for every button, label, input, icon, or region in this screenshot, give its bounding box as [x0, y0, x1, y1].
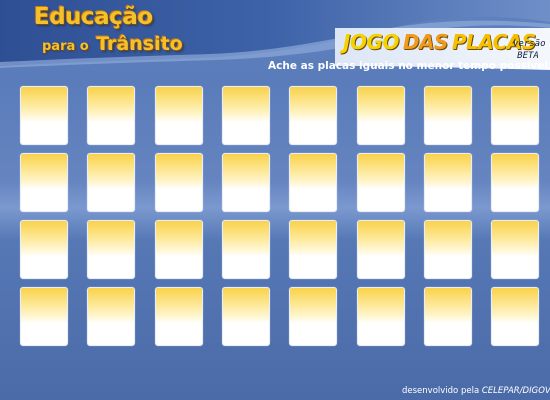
memory-card[interactable] — [20, 153, 68, 212]
logo-title: Educação — [34, 4, 153, 30]
memory-card[interactable] — [491, 86, 539, 145]
footer-credits: desenvolvido pela CELEPAR/DIGOV — [402, 386, 550, 396]
game-title-word-1: JOGO — [343, 30, 399, 54]
memory-card[interactable] — [20, 220, 68, 279]
memory-card[interactable] — [222, 86, 270, 145]
memory-card[interactable] — [491, 220, 539, 279]
logo-subtitle: para o Trânsito — [42, 33, 183, 55]
logo-subtitle-small: para o — [42, 39, 89, 54]
memory-card[interactable] — [222, 287, 270, 346]
memory-card[interactable] — [357, 86, 405, 145]
memory-card[interactable] — [20, 86, 68, 145]
memory-card[interactable] — [20, 287, 68, 346]
memory-card[interactable] — [424, 86, 472, 145]
game-stage: Educação para o Trânsito JOGO DAS PLACAS v… — [0, 0, 550, 400]
logo-subtitle-big: Trânsito — [96, 33, 183, 55]
instructions-text: Ache as placas iguais no menor tempo pos… — [268, 60, 550, 72]
memory-card[interactable] — [155, 153, 203, 212]
footer-prefix: desenvolvido pela — [402, 386, 480, 396]
memory-card[interactable] — [222, 153, 270, 212]
version-label: versão BETA — [513, 38, 546, 62]
memory-card[interactable] — [491, 153, 539, 212]
memory-card[interactable] — [424, 153, 472, 212]
memory-card[interactable] — [289, 153, 337, 212]
memory-card[interactable] — [357, 153, 405, 212]
memory-card[interactable] — [491, 287, 539, 346]
memory-card[interactable] — [155, 220, 203, 279]
memory-card[interactable] — [424, 287, 472, 346]
game-title: JOGO DAS PLACAS — [343, 30, 536, 54]
memory-card[interactable] — [424, 220, 472, 279]
memory-card[interactable] — [155, 86, 203, 145]
memory-card[interactable] — [87, 287, 135, 346]
memory-card[interactable] — [357, 287, 405, 346]
memory-card[interactable] — [87, 86, 135, 145]
memory-card[interactable] — [289, 86, 337, 145]
version-line-1: versão — [513, 39, 546, 49]
footer-org: CELEPAR/DIGOV — [481, 386, 550, 396]
memory-card[interactable] — [289, 220, 337, 279]
memory-card[interactable] — [289, 287, 337, 346]
memory-card[interactable] — [87, 153, 135, 212]
memory-card[interactable] — [155, 287, 203, 346]
game-title-word-2: DAS — [402, 30, 448, 54]
memory-card[interactable] — [87, 220, 135, 279]
memory-card[interactable] — [357, 220, 405, 279]
memory-card[interactable] — [222, 220, 270, 279]
